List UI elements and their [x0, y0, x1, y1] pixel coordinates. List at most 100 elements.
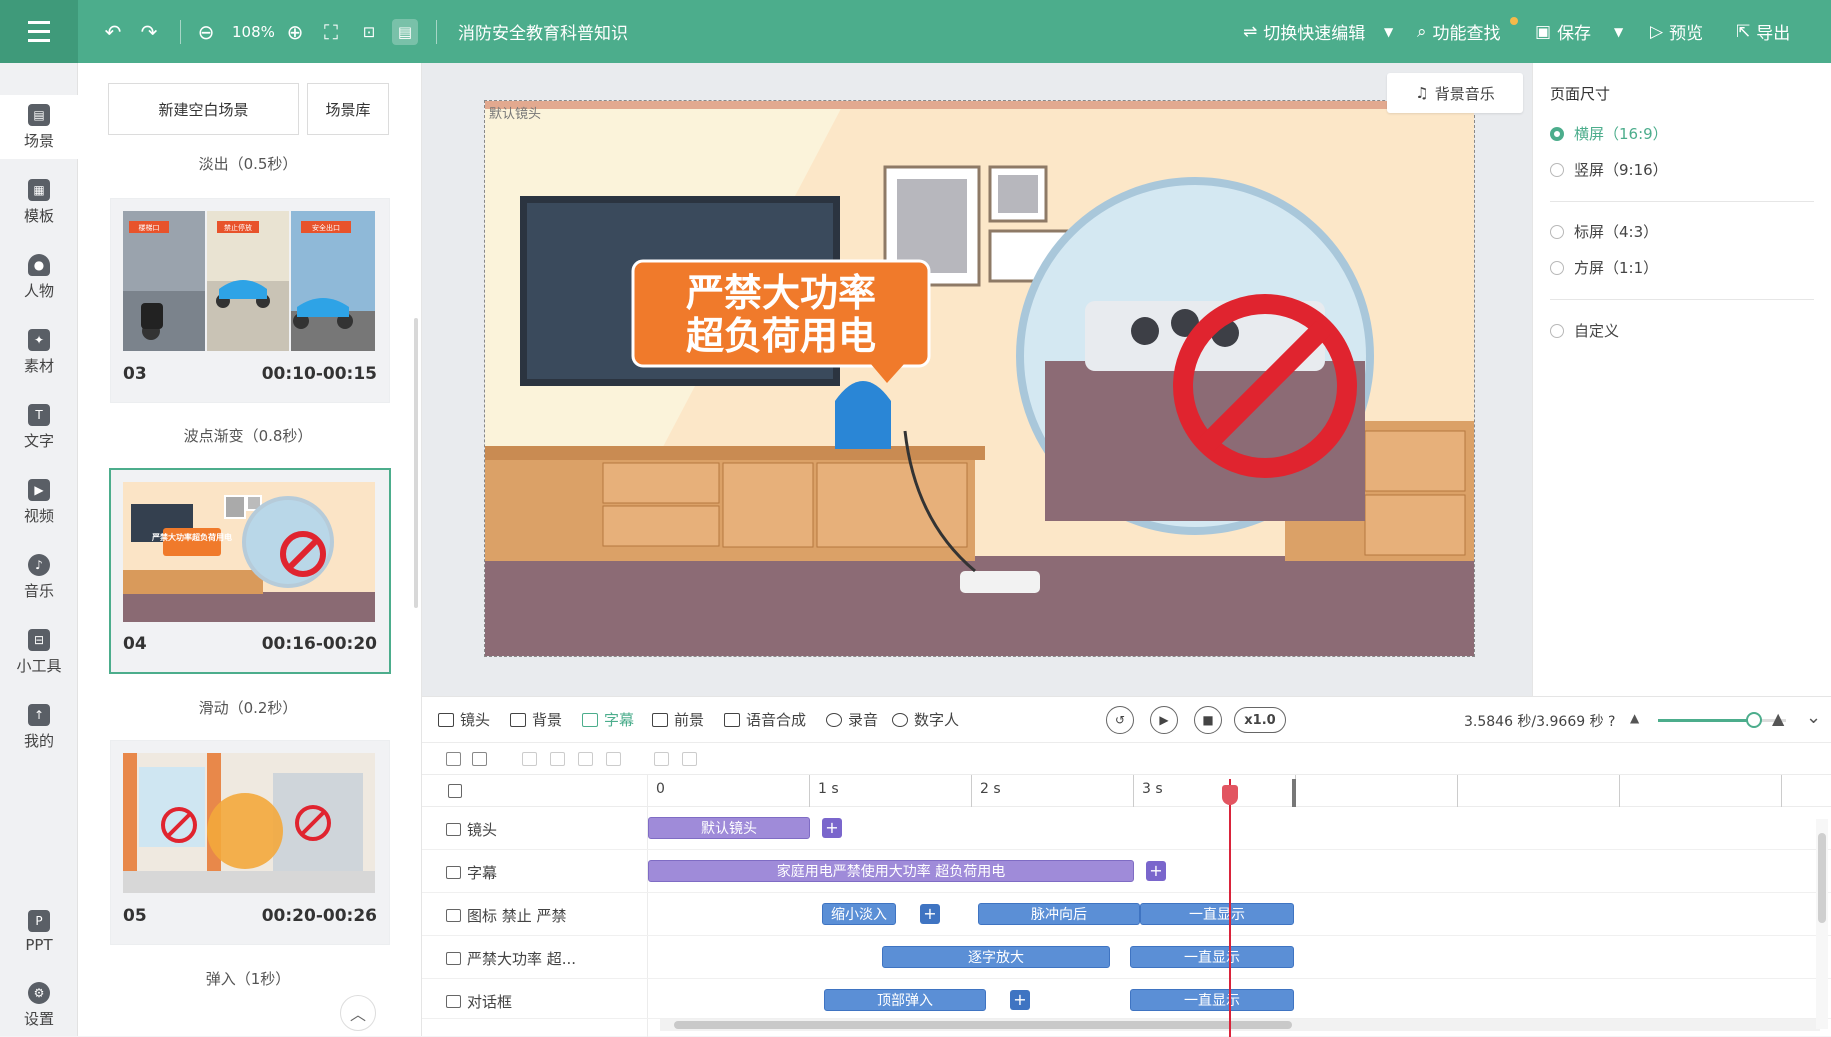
scene-library-button[interactable]: 场景库 — [307, 83, 389, 135]
switch-edit-button[interactable]: ⇌ 切换快速编辑 — [1243, 0, 1365, 63]
menu-icon[interactable] — [0, 0, 78, 63]
grid-icon[interactable] — [448, 784, 462, 798]
scroll-thumb[interactable] — [674, 1021, 1292, 1029]
ruler-tick — [971, 775, 972, 807]
radio-standard[interactable]: 标屏（4:3） — [1550, 221, 1658, 242]
tab-subtitle[interactable]: 字幕 — [582, 709, 634, 730]
clip[interactable]: 顶部弹入 — [824, 989, 986, 1011]
ratio-icon[interactable]: ⊡ — [356, 0, 382, 63]
transition-label[interactable]: 波点渐变（0.8秒） — [78, 425, 418, 446]
preview-label: 预览 — [1669, 24, 1704, 44]
rail-item-template[interactable]: ▦ 模板 — [0, 170, 78, 234]
clip[interactable]: 一直显示 — [1130, 989, 1294, 1011]
add-clip-button[interactable]: + — [1146, 861, 1166, 881]
rail-item-music[interactable]: ♪ 音乐 — [0, 545, 78, 609]
zoom-large-icon[interactable]: ▲ — [1772, 709, 1784, 728]
replay-icon[interactable]: ↺ — [1106, 706, 1134, 734]
scroll-to-top-button[interactable]: ︿ — [340, 995, 376, 1031]
undo-icon[interactable]: ↶ — [100, 0, 126, 63]
redo-icon[interactable]: ↷ — [136, 0, 162, 63]
func-search-button[interactable]: ⌕ 功能查找 — [1417, 0, 1501, 63]
stop-icon[interactable]: ■ — [1194, 706, 1222, 734]
scene-panel: 新建空白场景 场景库 淡出（0.5秒） 楼梯口 禁止停放 安全出口 03 00:… — [78, 63, 422, 1036]
scene-card-05[interactable]: 05 00:20-00:26 — [110, 740, 390, 945]
rail-item-video[interactable]: ▶ 视频 — [0, 470, 78, 534]
track-name: 图标 禁止 严禁 — [467, 907, 567, 925]
time-ruler[interactable]: 0 1 s 2 s 3 s — [422, 775, 1831, 807]
add-clip-button[interactable]: + — [920, 904, 940, 924]
switch-edit-dropdown-icon[interactable]: ▼ — [1384, 0, 1393, 63]
layers-icon[interactable] — [472, 752, 487, 766]
scene-scrollbar[interactable] — [414, 318, 418, 608]
rail-item-person[interactable]: ● 人物 — [0, 245, 78, 309]
scene-time: 00:20-00:26 — [261, 906, 377, 926]
transition-label[interactable]: 滑动（0.2秒） — [78, 697, 418, 718]
zoom-small-icon[interactable]: ▲ — [1630, 711, 1639, 725]
material-icon: ✦ — [28, 328, 50, 351]
rail-item-ppt[interactable]: P PPT — [0, 900, 78, 964]
add-clip-button[interactable]: + — [822, 818, 842, 838]
scene-card-03[interactable]: 楼梯口 禁止停放 安全出口 03 00:10-00:15 — [110, 198, 390, 403]
rail-item-material[interactable]: ✦ 素材 — [0, 320, 78, 384]
timeline-horizontal-scrollbar[interactable] — [660, 1019, 1820, 1031]
rail-item-mine[interactable]: ↑ 我的 — [0, 695, 78, 759]
clip[interactable]: 一直显示 — [1140, 903, 1294, 925]
rail-item-settings[interactable]: ⚙ 设置 — [0, 973, 78, 1037]
filter-icon[interactable] — [446, 752, 461, 766]
background-music-button[interactable]: ♫ 背景音乐 — [1387, 73, 1523, 113]
radio-custom[interactable]: 自定义 — [1550, 320, 1619, 341]
speed-button[interactable]: x1.0 — [1234, 707, 1286, 733]
subtitle-icon[interactable]: ▤ — [392, 0, 418, 63]
radio-landscape[interactable]: 横屏（16:9） — [1550, 123, 1668, 144]
preview-icon: ▷ — [1650, 21, 1664, 42]
transition-label[interactable]: 弹入（1秒） — [78, 968, 418, 989]
playhead[interactable] — [1229, 779, 1231, 1037]
tab-lens[interactable]: 镜头 — [438, 709, 490, 730]
scroll-thumb[interactable] — [1818, 833, 1826, 923]
zoom-in-icon[interactable]: ⊕ — [282, 0, 308, 63]
collapse-icon[interactable]: ⌄ — [1806, 707, 1821, 728]
fullscreen-icon[interactable]: ⛶ — [318, 0, 344, 63]
scene-card-04[interactable]: 严禁大功率超负荷用电 04 00:16-00:20 — [109, 468, 391, 674]
tab-digital-human[interactable]: 数字人 — [892, 709, 959, 730]
timeline-zoom-slider[interactable] — [1658, 719, 1754, 722]
camera-icon — [438, 712, 454, 727]
project-title[interactable]: 消防安全教育科普知识 — [458, 0, 628, 63]
clip[interactable]: 脉冲向后 — [978, 903, 1140, 925]
tab-tts[interactable]: 语音合成 — [724, 709, 806, 730]
radio-square[interactable]: 方屏（1:1） — [1550, 257, 1658, 278]
timeline-vertical-scrollbar[interactable] — [1816, 819, 1828, 1029]
align-center-icon — [550, 752, 565, 766]
clip[interactable]: 家庭用电严禁使用大功率 超负荷用电 — [648, 860, 1134, 882]
transition-label[interactable]: 淡出（0.5秒） — [78, 153, 418, 174]
rail-item-text[interactable]: T 文字 — [0, 395, 78, 459]
add-clip-button[interactable]: + — [1010, 990, 1030, 1010]
slider-knob[interactable] — [1746, 712, 1762, 728]
rail-item-toolbox[interactable]: ⊟ 小工具 — [0, 620, 78, 684]
tab-record[interactable]: 录音 — [826, 709, 878, 730]
clip[interactable]: 默认镜头 — [648, 817, 810, 839]
tab-foreground[interactable]: 前景 — [652, 709, 704, 730]
camera-icon — [446, 823, 461, 836]
play-icon[interactable]: ▶ — [1150, 706, 1178, 734]
save-dropdown-icon[interactable]: ▼ — [1614, 0, 1623, 63]
clip[interactable]: 缩小淡入 — [822, 903, 896, 925]
save-button[interactable]: ▣ 保存 — [1535, 0, 1591, 63]
canvas[interactable]: 严禁大功率 超负荷用电 — [484, 100, 1475, 657]
track-lens: 镜头 默认镜头 + — [422, 807, 1831, 850]
clip[interactable]: 逐字放大 — [882, 946, 1110, 968]
help-icon[interactable]: ? — [1608, 714, 1615, 730]
timeline-end-marker[interactable] — [1292, 779, 1296, 807]
clip[interactable]: 一直显示 — [1130, 946, 1294, 968]
rail-item-scene[interactable]: ▤ 场景 — [0, 95, 78, 159]
new-blank-scene-button[interactable]: 新建空白场景 — [108, 83, 299, 135]
radio-portrait[interactable]: 竖屏（9:16） — [1550, 159, 1668, 180]
playhead-handle[interactable] — [1222, 785, 1238, 805]
export-button[interactable]: ⇱ 导出 — [1736, 0, 1790, 63]
preview-button[interactable]: ▷ 预览 — [1650, 0, 1703, 63]
tab-background[interactable]: 背景 — [510, 709, 562, 730]
zoom-out-icon[interactable]: ⊖ — [193, 0, 219, 63]
tab-label: 录音 — [848, 711, 879, 729]
radio-label: 横屏（16:9） — [1574, 125, 1668, 143]
ppt-icon: P — [28, 910, 50, 932]
